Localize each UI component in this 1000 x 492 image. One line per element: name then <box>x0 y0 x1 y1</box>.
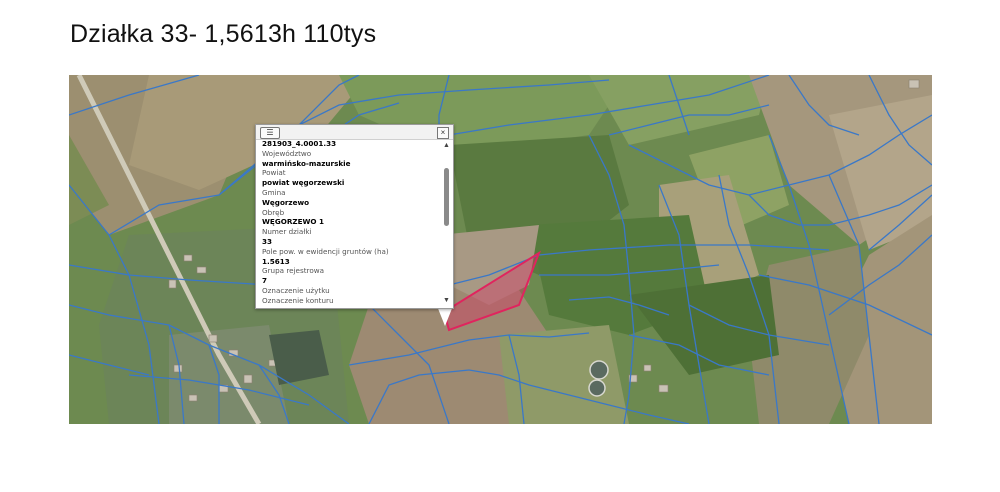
page-title: Działka 33- 1,5613h 110tys <box>70 20 377 48</box>
map-view[interactable] <box>69 75 932 424</box>
attribute-value: WĘGORZEWO 1 <box>262 217 325 227</box>
scroll-down-icon[interactable]: ▼ <box>442 297 451 305</box>
attribute-label: Oznaczenie konturu <box>262 295 334 305</box>
attribute-label: Numer działki <box>262 227 312 237</box>
popup-scrollbar[interactable]: ▲ ▼ <box>442 140 451 306</box>
scroll-up-icon[interactable]: ▲ <box>442 142 451 150</box>
attribute-label: Oznaczenie użytku <box>262 285 330 295</box>
attribute-label: Powiat <box>262 168 286 178</box>
attribute-value: 7 <box>262 276 268 286</box>
popup-content: 281903_4.0001.33 Województwo warmińsko-maz… <box>262 139 439 306</box>
popup-pointer <box>437 306 453 326</box>
attribute-value: powiat węgorzewski <box>262 178 345 188</box>
attribute-value: warmińsko-mazurskie <box>262 158 351 168</box>
close-icon[interactable]: × <box>437 127 449 139</box>
attribute-value: 33 <box>262 236 273 246</box>
attribute-value: 1.5613 <box>262 256 290 266</box>
parcel-info-popup: ☰ × 281903_4.0001.33 Województwo warmińsko… <box>255 124 454 309</box>
aerial-imagery <box>69 75 932 424</box>
attribute-label: Grupa rejestrowa <box>262 266 325 276</box>
popup-header: ☰ × <box>256 125 453 140</box>
attribute-label: Województwo <box>262 148 312 158</box>
attribute-label: Pole pow. w ewidencji gruntów (ha) <box>262 246 389 256</box>
attribute-label: Gmina <box>262 187 286 197</box>
attribute-label: Obręb <box>262 207 285 217</box>
attribute-value: Węgorzewo <box>262 197 310 207</box>
attribute-value: 281903_4.0001.33 <box>262 139 337 148</box>
list-back-icon[interactable]: ☰ <box>260 127 280 139</box>
scroll-thumb[interactable] <box>444 168 449 226</box>
